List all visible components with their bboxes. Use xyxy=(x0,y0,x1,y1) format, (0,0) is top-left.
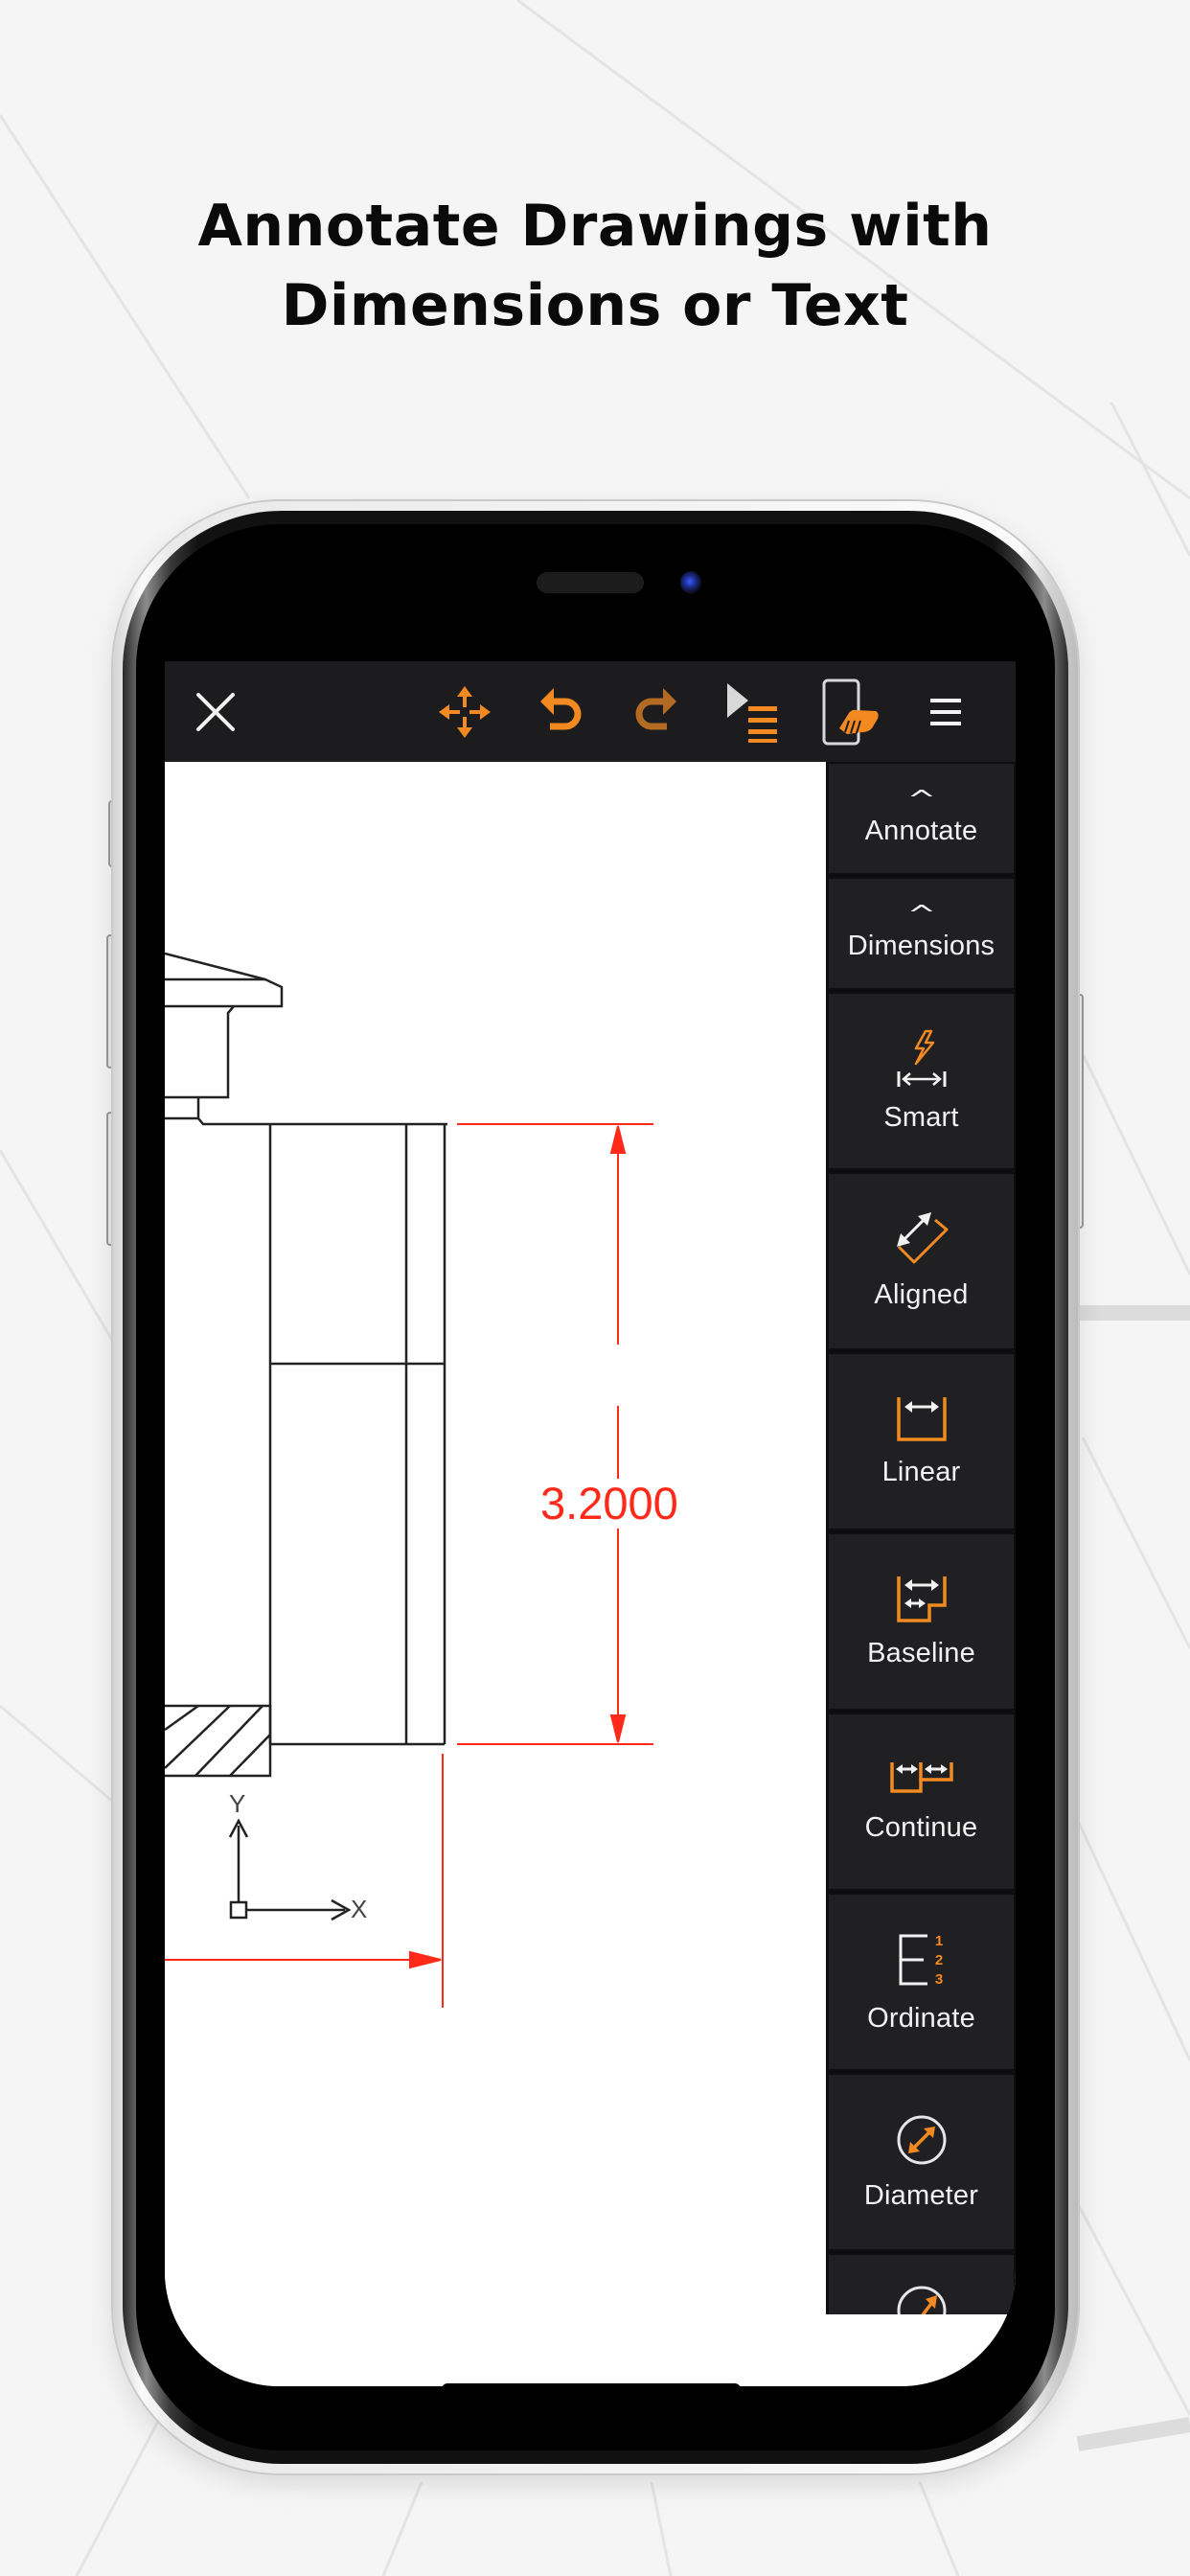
tool-ordinate[interactable]: 1 2 3 Ordinate xyxy=(829,1895,1014,2069)
top-toolbar xyxy=(165,661,1016,762)
menu-button[interactable] xyxy=(912,661,979,762)
earpiece-speaker xyxy=(537,572,644,593)
ordinate-dimension-icon: 1 2 3 xyxy=(899,1933,943,1988)
dimension-arrow-top xyxy=(609,1125,627,1154)
tool-label: Linear xyxy=(881,1456,961,1487)
linear-dimension-icon xyxy=(896,1396,947,1441)
section-dimensions[interactable]: ^ Dimensions xyxy=(829,879,1014,988)
tool-label: Aligned xyxy=(874,1278,969,1310)
close-button[interactable] xyxy=(182,661,249,762)
undo-button[interactable] xyxy=(527,661,594,762)
dimension-arrow-bottom xyxy=(609,1714,627,1743)
aligned-dimension-icon xyxy=(896,1211,948,1263)
chevron-up-icon: ^ xyxy=(906,785,936,815)
redo-button[interactable] xyxy=(623,661,690,762)
ucs-x-label: X xyxy=(351,1895,368,1923)
section-label: Annotate xyxy=(864,815,978,846)
neck-outline xyxy=(165,1005,235,1099)
tool-label: Continue xyxy=(864,1811,978,1843)
marketing-headline: Annotate Drawings with Dimensions or Tex… xyxy=(0,187,1190,346)
hamburger-menu-icon xyxy=(930,698,961,725)
tool-label: Smart xyxy=(883,1101,959,1133)
ucs-y-label: Y xyxy=(229,1789,246,1818)
ucs-origin-box xyxy=(229,1900,248,1920)
tool-smart[interactable]: Smart xyxy=(829,994,1014,1168)
tool-continue[interactable]: Continue xyxy=(829,1714,1014,1889)
tool-label: Ordinate xyxy=(867,2002,975,2034)
play-list-icon xyxy=(727,682,777,743)
tool-radius[interactable] xyxy=(829,2255,1014,2314)
close-icon xyxy=(196,692,235,731)
svg-text:3: 3 xyxy=(934,1971,942,1988)
section-annotate[interactable]: ^ Annotate xyxy=(829,764,1014,873)
tool-linear[interactable]: Linear xyxy=(829,1354,1014,1529)
headline-line-2: Dimensions or Text xyxy=(281,272,909,339)
touch-mode-button[interactable] xyxy=(812,661,889,762)
drawing-canvas[interactable]: 3.2000 Y X xyxy=(165,762,826,2386)
layout-list-button[interactable] xyxy=(715,661,791,762)
section-label: Dimensions xyxy=(847,930,995,961)
home-indicator[interactable] xyxy=(442,2383,741,2386)
diameter-dimension-icon xyxy=(897,2115,946,2164)
tool-label: Baseline xyxy=(867,1637,975,1668)
baseline-dimension-icon xyxy=(896,1576,947,1622)
app-screen: 3.2000 Y X ^ Annotate ^ Dimensions Smart xyxy=(165,661,1016,2386)
tool-baseline[interactable]: Baseline xyxy=(829,1534,1014,1709)
chevron-up-icon: ^ xyxy=(906,900,936,930)
headline-line-1: Annotate Drawings with xyxy=(197,193,993,260)
part-geometry xyxy=(165,952,447,1921)
dimension-tools-panel: ^ Annotate ^ Dimensions Smart Aligned Li… xyxy=(826,762,1016,2314)
tool-diameter[interactable]: Diameter xyxy=(829,2075,1014,2249)
svg-text:1: 1 xyxy=(934,1933,942,1949)
dimension-arrow-right xyxy=(409,1950,442,1969)
continue-dimension-icon xyxy=(889,1761,953,1793)
tool-aligned[interactable]: Aligned xyxy=(829,1174,1014,1348)
front-camera xyxy=(680,571,701,594)
undo-icon xyxy=(540,687,582,729)
move-arrows-icon xyxy=(439,685,491,738)
redo-icon xyxy=(635,687,676,729)
radius-dimension-icon xyxy=(897,2286,946,2314)
hand-tap-icon xyxy=(822,678,879,745)
svg-text:2: 2 xyxy=(934,1952,942,1968)
cad-drawing xyxy=(165,952,653,2008)
tool-label: Diameter xyxy=(863,2179,979,2211)
move-tool-button[interactable] xyxy=(431,661,498,762)
dimension-value-label[interactable]: 3.2000 xyxy=(540,1479,678,1529)
smart-dimension-icon xyxy=(897,1029,946,1087)
